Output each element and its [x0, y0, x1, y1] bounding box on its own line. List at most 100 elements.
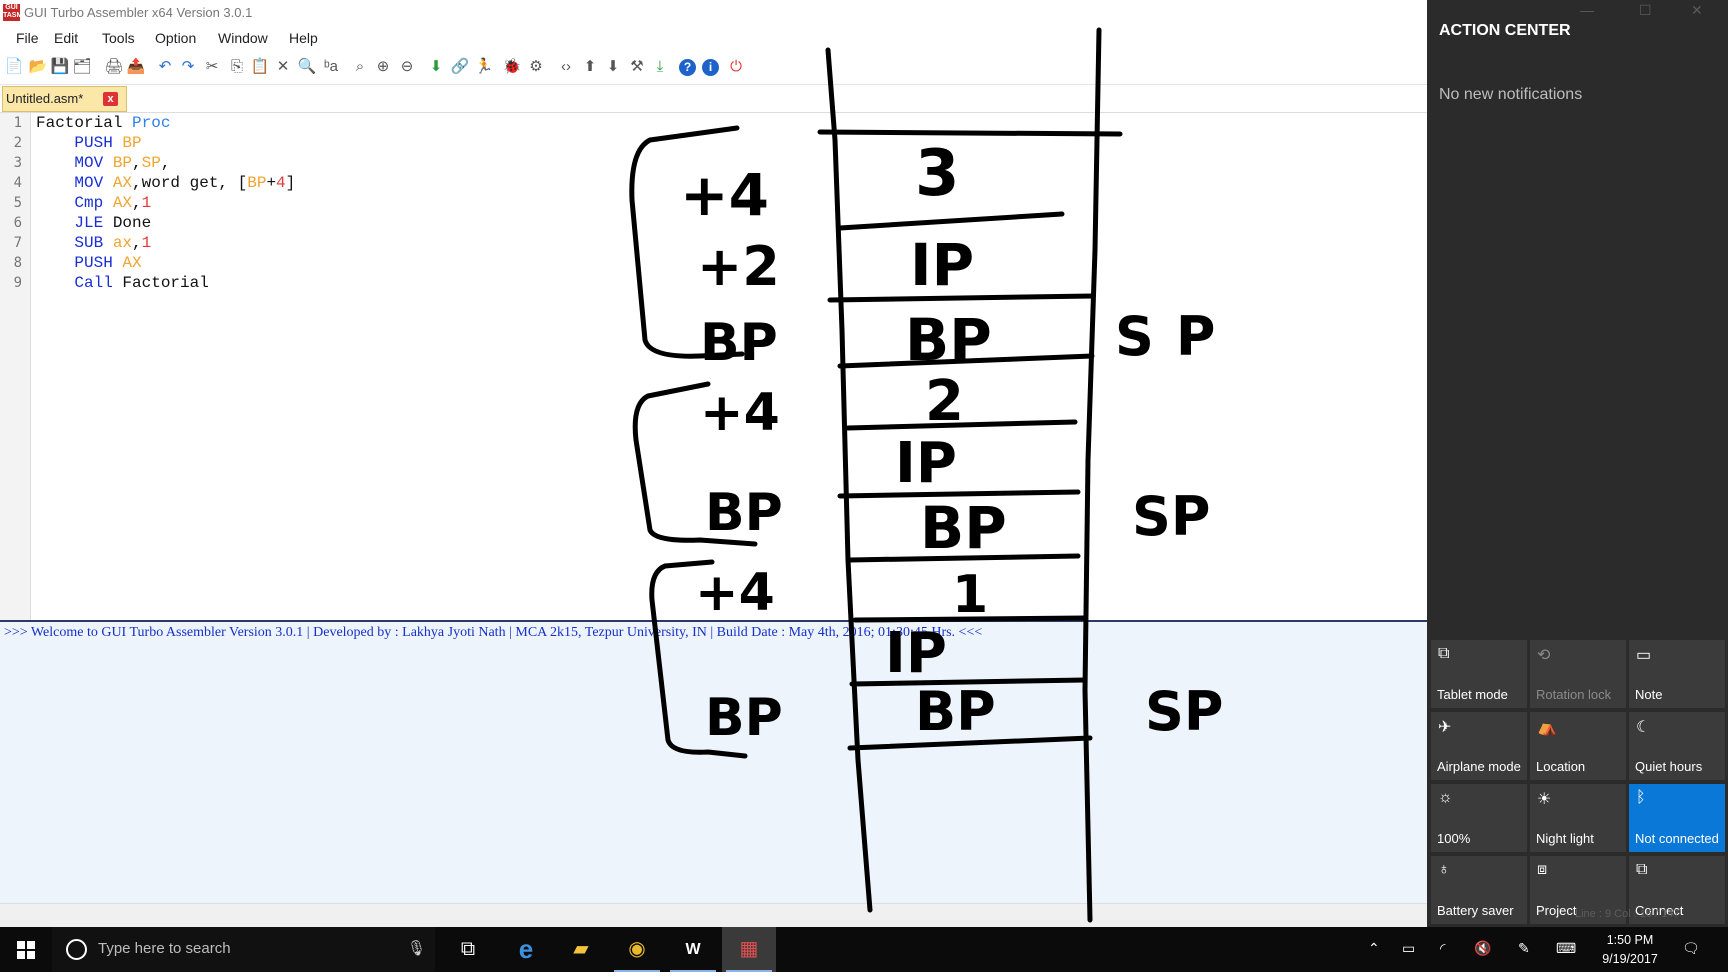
taskbar-app-task-view[interactable]: ⧉ — [441, 927, 495, 972]
link-icon[interactable]: 🔗 — [450, 57, 470, 77]
power-icon[interactable]: ⏻ — [726, 57, 746, 77]
line-number: 8 — [13, 255, 22, 271]
quick-action-battery-saver[interactable]: ♁ Battery saver — [1431, 856, 1527, 924]
code-icon[interactable]: ‹› — [556, 57, 576, 77]
code-line[interactable]: Call Factorial — [36, 273, 208, 293]
microphone-icon[interactable]: 🎙 — [407, 939, 426, 957]
battery-icon[interactable]: ▭ — [1402, 940, 1415, 957]
code-line[interactable]: Factorial Proc — [36, 113, 170, 133]
menu-help[interactable]: Help — [289, 30, 318, 46]
tab-untitled-asm[interactable]: Untitled.asm* x — [2, 86, 127, 112]
code-line[interactable]: MOV BP,SP, — [36, 153, 170, 173]
minimize-icon[interactable]: — — [1580, 2, 1594, 18]
code-line[interactable]: PUSH AX — [36, 253, 141, 273]
menu-option[interactable]: Option — [155, 30, 196, 46]
find-icon[interactable]: 🔍 — [297, 57, 317, 77]
code-line[interactable]: PUSH BP — [36, 133, 141, 153]
quick-action-label: Location — [1536, 759, 1586, 774]
volume-muted-icon[interactable]: 🔇 — [1474, 940, 1491, 957]
debug-icon[interactable]: 🐞 — [502, 57, 522, 77]
code-token: , — [132, 154, 142, 172]
code-line[interactable]: JLE Done — [36, 213, 151, 233]
menu-tools[interactable]: Tools — [102, 30, 135, 46]
tools-icon[interactable]: ⚒ — [627, 57, 647, 77]
zoom-icon[interactable]: ⌕ — [350, 57, 370, 77]
quick-action-100-[interactable]: ☼ 100% — [1431, 784, 1527, 852]
replace-icon[interactable]: ᵇa — [321, 57, 341, 77]
clock[interactable]: 1:50 PM 9/19/2017 — [1588, 931, 1672, 969]
cortana-icon — [66, 939, 87, 960]
pen-icon[interactable]: ✎ — [1518, 940, 1530, 957]
wifi-icon[interactable]: ◜ — [1440, 940, 1445, 957]
export-icon[interactable]: 📤 — [126, 57, 146, 77]
show-hidden-icons-icon[interactable]: ⌃ — [1368, 940, 1380, 957]
taskbar-app-chrome[interactable]: ◉ — [610, 927, 664, 972]
notifications-icon[interactable]: 🗨 — [1682, 940, 1700, 957]
code-editor[interactable]: Factorial Proc PUSH BP MOV BP,SP, MOV AX… — [36, 113, 1426, 620]
copy-icon[interactable]: ⎘ — [227, 57, 247, 77]
undo-icon[interactable]: ↶ — [155, 57, 175, 77]
save-icon[interactable]: 💾 — [50, 57, 70, 77]
taskbar-app-gui-tasm[interactable]: ▦ — [722, 927, 776, 972]
code-line[interactable]: MOV AX,word get, [BP+4] — [36, 173, 295, 193]
windows-logo-icon — [17, 941, 35, 959]
run-icon[interactable]: 🏃 — [474, 57, 494, 77]
download-icon[interactable]: ⤓ — [650, 57, 670, 77]
edge-icon: e — [518, 934, 534, 964]
print-icon[interactable]: 🖨 — [104, 57, 124, 77]
quick-action-location[interactable]: ⛺ Location — [1530, 712, 1626, 780]
debug-step-icon[interactable]: ⚙ — [526, 57, 546, 77]
bluetooth-icon: ᛒ — [1636, 789, 1646, 806]
quick-action-tablet-mode[interactable]: ⧉ Tablet mode — [1431, 640, 1527, 708]
code-line[interactable]: Cmp AX,1 — [36, 193, 151, 213]
zoom-in-icon[interactable]: ⊕ — [373, 57, 393, 77]
code-token: 4 — [276, 174, 286, 192]
paste-icon[interactable]: 📋 — [250, 57, 270, 77]
redo-icon[interactable]: ↷ — [178, 57, 198, 77]
menu-window[interactable]: Window — [218, 30, 268, 46]
down-icon[interactable]: ⬇ — [603, 57, 623, 77]
quick-action-label: Rotation lock — [1536, 687, 1612, 702]
keyboard-icon[interactable]: ⌨ — [1556, 940, 1576, 957]
taskbar: Type here to search 🎙 ⧉ e ▰ ◉ W ▦ ⌃ ▭ ◜ 🔇 ✎ ⌨… — [0, 927, 1728, 972]
quick-action-night-light[interactable]: ☀ Night light — [1530, 784, 1626, 852]
code-token: MOV — [36, 174, 113, 192]
status-bar — [0, 903, 1427, 928]
save-all-icon[interactable]: 🗂 — [72, 57, 92, 77]
close-icon[interactable]: ✕ — [1691, 2, 1703, 19]
code-line[interactable]: SUB ax,1 — [36, 233, 151, 253]
quick-action-not-connected[interactable]: ᛒ Not connected — [1629, 784, 1725, 852]
taskbar-app-word[interactable]: W — [666, 927, 720, 972]
menu-file[interactable]: File — [16, 30, 39, 46]
taskbar-search[interactable]: Type here to search 🎙 — [52, 927, 435, 972]
welcome-message: >>> Welcome to GUI Turbo Assembler Versi… — [4, 625, 983, 640]
delete-icon[interactable]: ✕ — [273, 57, 293, 77]
code-token: PUSH — [36, 134, 123, 152]
up-icon[interactable]: ⬆ — [580, 57, 600, 77]
tablet-icon: ⧉ — [1438, 645, 1450, 662]
new-file-icon[interactable]: 📄 — [4, 57, 24, 77]
help-icon[interactable]: ? — [679, 59, 696, 76]
quick-action-rotation-lock[interactable]: ⟲ Rotation lock — [1530, 640, 1626, 708]
code-token: 1 — [141, 234, 152, 252]
taskbar-app-edge[interactable]: e — [499, 927, 553, 972]
quick-action-airplane-mode[interactable]: ✈ Airplane mode — [1431, 712, 1527, 780]
start-button[interactable] — [0, 927, 52, 972]
quick-action-quiet-hours[interactable]: ☾ Quiet hours — [1629, 712, 1725, 780]
code-token: AX — [112, 174, 133, 192]
assemble-icon[interactable]: ⬇ — [426, 57, 446, 77]
toolbar: 📄 📂 💾 🗂 🖨 📤 ↶ ↷ ✂ ⎘ 📋 ✕ 🔍 ᵇa ⌕ ⊕ ⊖ ⬇ 🔗 🏃 🐞 ⚙ ‹› ⬆ ⬇ ⚒ ⤓? i ⏻ — [0, 52, 1427, 85]
menu-edit[interactable]: Edit — [54, 30, 78, 46]
zoom-out-icon[interactable]: ⊖ — [397, 57, 417, 77]
code-token: BP — [112, 154, 133, 172]
cut-icon[interactable]: ✂ — [202, 57, 222, 77]
quick-action-note[interactable]: ▭ Note — [1629, 640, 1725, 708]
code-token: 1 — [141, 194, 152, 212]
info-icon[interactable]: i — [702, 59, 719, 76]
tab-close-icon[interactable]: x — [103, 92, 118, 106]
open-file-icon[interactable]: 📂 — [28, 57, 48, 77]
taskbar-app-file-explorer[interactable]: ▰ — [554, 927, 608, 972]
word-icon: W — [685, 941, 701, 958]
maximize-icon[interactable]: ☐ — [1639, 2, 1652, 19]
tab-label: Untitled.asm* — [6, 91, 84, 106]
